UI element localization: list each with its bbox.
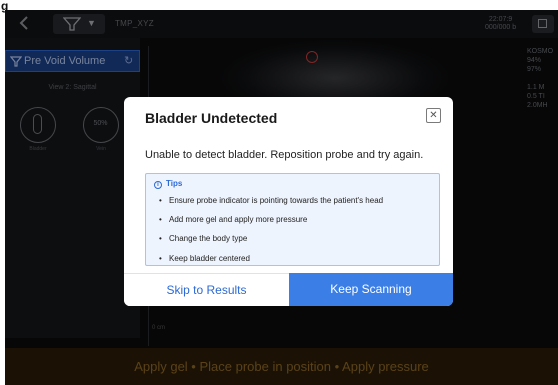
tip-item: Keep bladder centered	[159, 254, 250, 263]
tip-text: Keep bladder centered	[169, 254, 250, 263]
tip-text: Change the body type	[169, 234, 248, 243]
tips-box: i Tips Ensure probe indicator is pointing…	[145, 173, 440, 266]
tip-text: Ensure probe indicator is pointing towar…	[169, 196, 384, 205]
skip-to-results-button[interactable]: Skip to Results	[124, 273, 289, 306]
keep-scanning-button[interactable]: Keep Scanning	[289, 273, 453, 306]
close-icon[interactable]: ✕	[426, 108, 441, 123]
tip-item: Add more gel and apply more pressure	[159, 215, 308, 224]
tip-text: Add more gel and apply more pressure	[169, 215, 308, 224]
tips-header: i Tips	[154, 179, 182, 189]
tips-title: Tips	[166, 179, 183, 188]
tip-item: Change the body type	[159, 234, 248, 243]
dialog-title: Bladder Undetected	[145, 110, 278, 126]
bladder-undetected-dialog: Bladder Undetected ✕ Unable to detect bl…	[124, 97, 453, 306]
tip-item: Ensure probe indicator is pointing towar…	[159, 196, 384, 205]
dialog-message: Unable to detect bladder. Reposition pro…	[145, 149, 424, 161]
app-frame: g ▼ TMP_XYZ 22:07:9 000/000 b Pre Void V…	[0, 0, 558, 385]
info-icon: i	[154, 181, 162, 189]
